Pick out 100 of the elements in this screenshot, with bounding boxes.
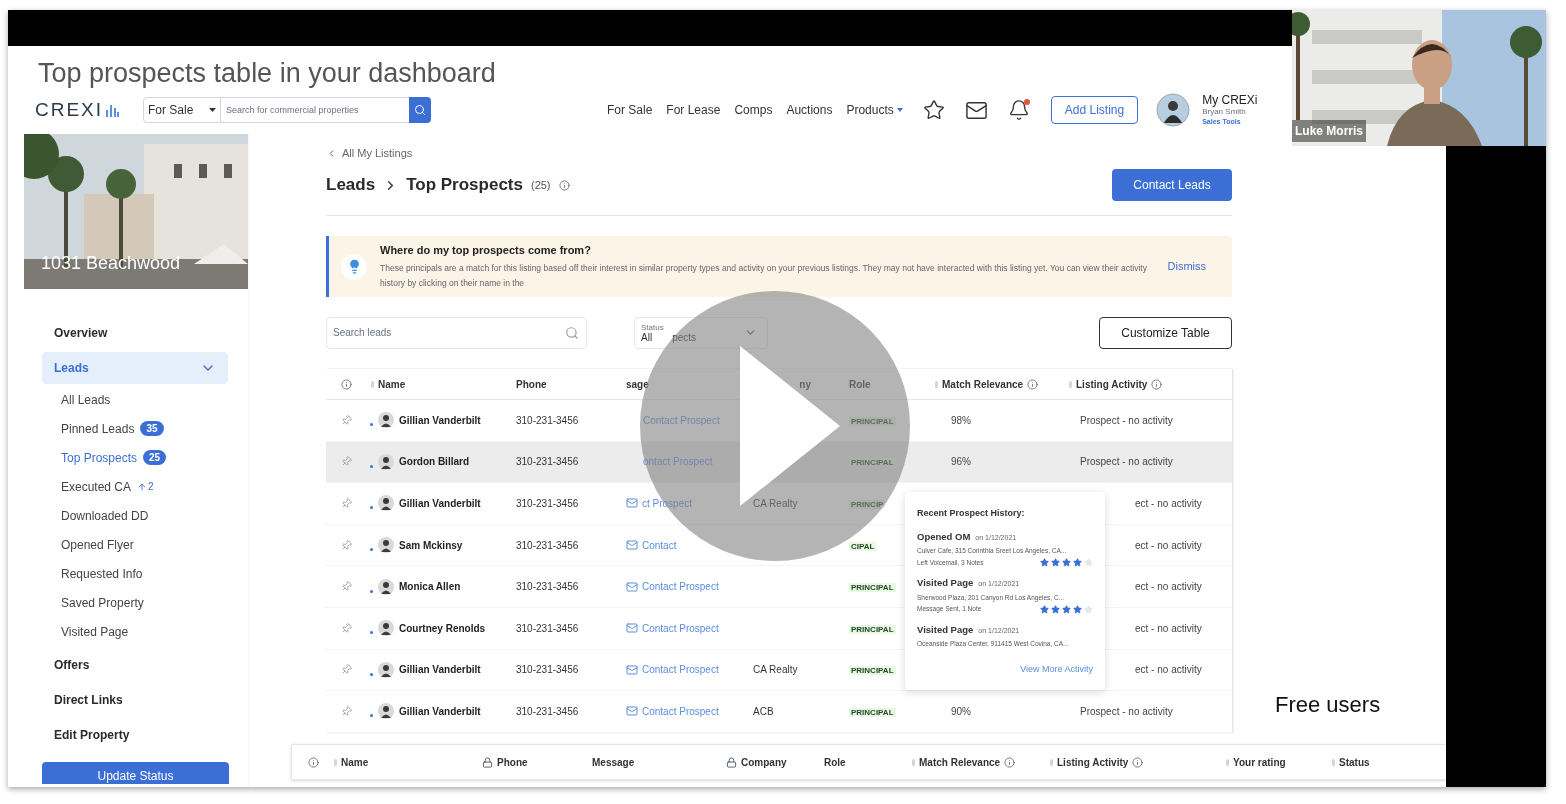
dismiss-link[interactable]: Dismiss <box>1167 258 1206 275</box>
sidebar-subitem[interactable]: Visited Page <box>61 622 129 641</box>
table-cell: 90% <box>951 705 971 717</box>
column-header[interactable]: Match Relevance <box>919 754 1001 770</box>
info-icon <box>307 756 319 768</box>
star-icon <box>1073 604 1082 614</box>
role-tag: PRINCIPAL <box>849 416 896 426</box>
lead-name[interactable]: Gillian Vanderbilt <box>399 662 481 678</box>
table-cell: 310-231-3456 <box>516 622 579 634</box>
back-link[interactable]: All My Listings <box>342 144 413 162</box>
table-cell: CA Realty <box>753 498 798 509</box>
sidebar-subitem[interactable]: Downloaded DD <box>61 506 149 525</box>
property-name: 1031 Beachwood <box>41 252 181 275</box>
column-header[interactable]: Phone <box>516 376 547 392</box>
column-header[interactable]: Message <box>592 754 635 770</box>
lead-name[interactable]: Courtney Renolds <box>399 620 486 636</box>
contact-link[interactable]: Contact Prospect <box>642 620 719 636</box>
column-header[interactable]: Role <box>824 754 846 770</box>
view-more-link[interactable]: View More Activity <box>1020 663 1093 677</box>
sidebar-item[interactable]: Offers <box>42 649 228 681</box>
bell-icon <box>1007 99 1030 121</box>
customize-table-button[interactable]: Customize Table <box>1099 316 1232 349</box>
table-cell: 310-231-3456 <box>516 705 579 717</box>
column-header[interactable]: sage <box>626 376 649 392</box>
avatar-icon <box>378 453 394 470</box>
breadcrumb-section[interactable]: Leads <box>326 172 376 198</box>
contact-link[interactable]: Contact Prospect <box>642 579 719 595</box>
table-row[interactable]: Gillian Vanderbilt 310-231-3456 Contact Prospect ACB PRINCIPAL 90% Prospect - no activity <box>326 691 1232 733</box>
nav-link[interactable]: For Sale <box>607 101 653 119</box>
participant-name: Luke Morris <box>1292 120 1366 142</box>
sidebar-subitem[interactable]: Top Prospects <box>61 448 138 467</box>
table-cell: ect - no activity <box>1135 581 1202 593</box>
search-field[interactable]: Search for commercial properties <box>221 97 409 123</box>
info-icon <box>558 179 570 191</box>
table-cell: ect - no activity <box>1135 622 1202 634</box>
column-header[interactable]: Listing Activity <box>1076 376 1148 392</box>
event-title: Visited Page <box>917 623 974 637</box>
search-leads-field[interactable]: Search leads <box>326 316 587 349</box>
role-tag: PRINCIPAL <box>849 624 896 634</box>
nav-link[interactable]: Comps <box>734 101 773 119</box>
search-button[interactable] <box>409 97 431 123</box>
lead-name[interactable]: Gillian Vanderbilt <box>399 412 481 428</box>
sidebar-subitem[interactable]: All Leads <box>61 390 111 409</box>
table-cell: ect - no activity <box>1135 664 1202 676</box>
column-header[interactable]: Match Relevance <box>942 376 1024 392</box>
arrow-up-icon <box>137 481 148 492</box>
contact-link[interactable]: Contact Prospect <box>642 662 719 678</box>
notice-title: Where do my top prospects come from? <box>380 243 592 259</box>
market-select[interactable]: For Sale <box>143 97 221 123</box>
notice-text: These principals are a match for this listing based off their interest in similar property types and activity on your previous listings. They may not have interacted with this listing yet. You can view their activity history by clicking on their name in the <box>380 261 1148 290</box>
sidebar-subitem[interactable]: Executed CA <box>61 477 132 496</box>
sidebar-item[interactable]: Edit Property <box>42 719 228 751</box>
column-header[interactable]: Company <box>741 754 787 770</box>
column-header[interactable]: Listing Activity <box>1057 754 1129 770</box>
sidebar-item[interactable]: Direct Links <box>42 684 228 716</box>
add-listing-button[interactable]: Add Listing <box>1050 96 1139 124</box>
column-header[interactable]: Status <box>1339 754 1370 770</box>
nav-link[interactable]: For Lease <box>666 101 721 119</box>
search-icon <box>565 325 579 340</box>
column-header[interactable]: Phone <box>497 754 528 770</box>
sidebar-subitem[interactable]: Saved Property <box>61 593 144 612</box>
star-icon[interactable] <box>922 99 945 121</box>
lead-name[interactable]: Sam Mckinsy <box>399 537 463 553</box>
slide-title: Top prospects table in your dashboard <box>37 57 497 90</box>
lead-name[interactable]: Gillian Vanderbilt <box>399 496 481 511</box>
sidebar-item[interactable]: Leads <box>42 352 228 384</box>
sidebar-subitem[interactable]: Opened Flyer <box>61 535 134 554</box>
contact-link[interactable]: Contact <box>642 537 677 553</box>
account-title[interactable]: My CREXi <box>1202 93 1258 107</box>
lead-name[interactable]: Gordon Billard <box>399 454 469 470</box>
logo[interactable]: CREXI <box>35 95 104 125</box>
lead-name[interactable]: Monica Allen <box>399 579 461 595</box>
bar-chart-icon <box>106 103 120 117</box>
avatar-icon <box>378 620 394 637</box>
column-header[interactable]: Your rating <box>1233 754 1286 770</box>
star-icon <box>1084 557 1093 567</box>
table-cell: 310-231-3456 <box>516 414 579 426</box>
table-cell: 310-231-3456 <box>516 456 579 468</box>
contact-link[interactable]: Contact Prospect <box>642 703 719 719</box>
column-header[interactable]: Name <box>378 376 406 392</box>
table-cell: 310-231-3456 <box>516 498 579 509</box>
nav-link[interactable]: Products <box>846 101 903 119</box>
sidebar-subitem[interactable]: Pinned Leads <box>61 419 135 438</box>
status-filter[interactable]: Status All pects <box>634 316 768 349</box>
table-cell: ACB <box>753 705 774 717</box>
table-cell: Prospect - no activity <box>1080 705 1173 717</box>
avatar-icon <box>378 578 394 595</box>
table-cell: 98% <box>951 414 971 426</box>
sidebar-item[interactable]: Overview <box>42 317 228 349</box>
sidebar-subitem[interactable]: Requested Info <box>61 564 143 583</box>
contact-leads-button[interactable]: Contact Leads <box>1112 169 1232 201</box>
star-icon <box>1051 604 1060 614</box>
notification-bell[interactable] <box>1007 99 1030 121</box>
table-cell: Prospect - no activity <box>1080 456 1173 468</box>
column-header[interactable]: Name <box>341 754 369 770</box>
lead-name[interactable]: Gillian Vanderbilt <box>399 703 481 719</box>
role-tag: PRINCIPAL <box>849 666 896 676</box>
update-status-button[interactable]: Update Status <box>42 762 229 784</box>
filter-value-fragment: pects <box>672 332 697 343</box>
nav-link[interactable]: Auctions <box>786 101 833 119</box>
